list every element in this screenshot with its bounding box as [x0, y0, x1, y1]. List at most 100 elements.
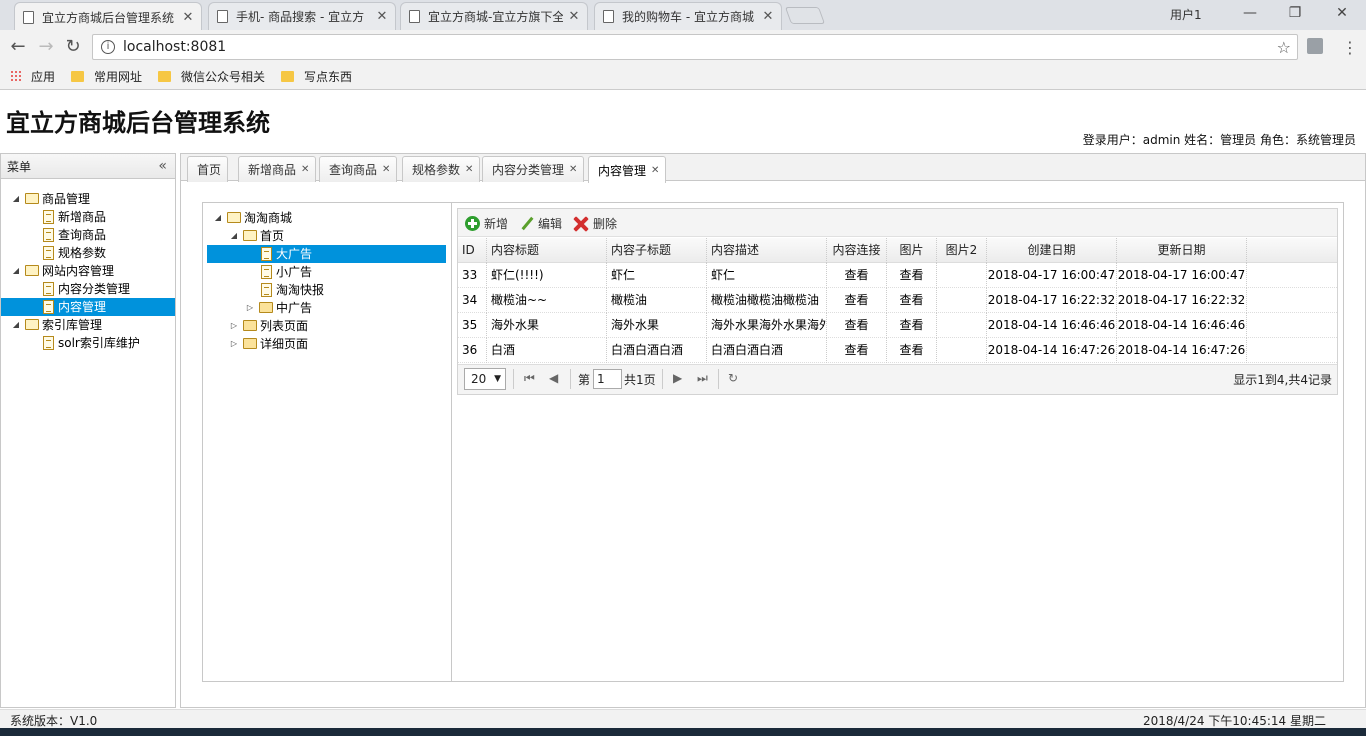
grid-column-header[interactable]: 内容子标题: [607, 238, 707, 263]
bookmark-wechat[interactable]: 微信公众号相关: [158, 68, 265, 85]
close-window-icon[interactable]: ✕: [1332, 5, 1352, 21]
table-row[interactable]: 33 虾仁(!!!!) 虾仁 虾仁 查看 查看 2018-04-17 16:00:47 201…: [458, 263, 1337, 288]
view-link[interactable]: 查看: [887, 313, 937, 338]
browser-tab[interactable]: 宜立方商城后台管理系统 ✕: [14, 2, 202, 31]
tree-node[interactable]: 内容管理: [1, 298, 175, 316]
table-cell: 虾仁: [607, 263, 707, 288]
address-bar[interactable]: i localhost:8081 ☆: [92, 34, 1298, 60]
grid-column-header[interactable]: 内容描述: [707, 238, 827, 263]
close-tab-icon[interactable]: ✕: [567, 9, 581, 24]
add-label: 新增: [484, 217, 509, 231]
new-tab-button[interactable]: [784, 7, 826, 24]
tree-node[interactable]: ▷ 列表页面: [207, 317, 446, 335]
forward-arrow-icon[interactable]: →: [36, 36, 56, 57]
tree-node[interactable]: 内容分类管理: [1, 280, 175, 298]
first-page-icon[interactable]: ⏮: [524, 371, 535, 386]
close-tab-icon[interactable]: ✕: [375, 9, 389, 24]
tree-node[interactable]: ◢ 网站内容管理: [1, 262, 175, 280]
close-tab-icon[interactable]: ✕: [181, 10, 195, 25]
page-size-select[interactable]: 20 ▼: [464, 368, 506, 390]
restore-icon[interactable]: ❐: [1285, 5, 1305, 21]
table-cell: 36: [458, 338, 487, 363]
browser-tab[interactable]: 手机- 商品搜索 - 宜立方 ✕: [208, 2, 396, 30]
page-tab[interactable]: 新增商品 ✕: [238, 156, 317, 182]
tree-expanded-icon[interactable]: ◢: [11, 262, 21, 280]
view-link[interactable]: 查看: [887, 338, 937, 363]
content-tree-list: ◢ 淘淘商城 ◢ 首页 大广告 小广告 淘淘快报 ▷ 中广告 ▷ 列表页面 ▷ 详细页面: [207, 209, 446, 353]
tree-node[interactable]: ▷ 中广告: [207, 299, 446, 317]
page-tab[interactable]: 规格参数 ✕: [402, 156, 481, 182]
tree-node[interactable]: solr索引库维护: [1, 334, 175, 352]
grid-column-header[interactable]: 图片2: [937, 238, 987, 263]
tree-collapsed-icon[interactable]: ▷: [229, 317, 239, 335]
close-tab-icon[interactable]: ✕: [301, 164, 309, 175]
tree-collapsed-icon[interactable]: ▷: [229, 335, 239, 353]
close-tab-icon[interactable]: ✕: [382, 164, 390, 175]
close-tab-icon[interactable]: ✕: [761, 9, 775, 24]
tree-expanded-icon[interactable]: ◢: [213, 209, 223, 227]
bookmark-writing[interactable]: 写点东西: [281, 68, 352, 85]
last-page-icon[interactable]: ⏭: [697, 371, 708, 386]
page-tab[interactable]: 查询商品 ✕: [319, 156, 398, 182]
view-link[interactable]: 查看: [827, 338, 887, 363]
table-row[interactable]: 36 白酒 白酒白酒白酒 白酒白酒白酒 查看 查看 2018-04-14 16:47:26 2…: [458, 338, 1337, 363]
grid-column-header[interactable]: ID: [458, 238, 487, 263]
tree-node[interactable]: ▷ 详细页面: [207, 335, 446, 353]
grid-column-header[interactable]: 创建日期: [987, 238, 1117, 263]
page-tab[interactable]: 内容分类管理 ✕: [482, 156, 585, 182]
back-arrow-icon[interactable]: ←: [8, 36, 28, 57]
tree-node[interactable]: 淘淘快报: [207, 281, 446, 299]
browser-menu-icon[interactable]: ⋮: [1342, 38, 1358, 57]
tree-node[interactable]: 规格参数: [1, 244, 175, 262]
url-text[interactable]: localhost:8081: [123, 39, 226, 55]
view-link[interactable]: 查看: [827, 313, 887, 338]
close-tab-icon[interactable]: ✕: [465, 164, 473, 175]
view-link[interactable]: 查看: [887, 288, 937, 313]
window-user-label[interactable]: 用户1: [1170, 6, 1202, 23]
delete-button[interactable]: 删除: [573, 215, 617, 232]
page-number-input[interactable]: 1: [593, 369, 622, 389]
grid-column-header[interactable]: 更新日期: [1117, 238, 1247, 263]
tree-expanded-icon[interactable]: ◢: [229, 227, 239, 245]
bookmark-star-icon[interactable]: ☆: [1277, 38, 1291, 57]
tree-node[interactable]: 小广告: [207, 263, 446, 281]
tree-expanded-icon[interactable]: ◢: [11, 190, 21, 208]
tree-node[interactable]: ◢ 首页: [207, 227, 446, 245]
tree-node[interactable]: ◢ 索引库管理: [1, 316, 175, 334]
grid-column-header[interactable]: 图片: [887, 238, 937, 263]
close-tab-icon[interactable]: ✕: [651, 165, 659, 176]
view-link[interactable]: 查看: [827, 288, 887, 313]
tree-node[interactable]: 新增商品: [1, 208, 175, 226]
bookmark-common-sites[interactable]: 常用网址: [71, 68, 142, 85]
site-info-icon[interactable]: i: [101, 40, 115, 54]
tree-node[interactable]: ◢ 淘淘商城: [207, 209, 446, 227]
tree-node[interactable]: 大广告: [207, 245, 446, 263]
tree-node[interactable]: ◢ 商品管理: [1, 190, 175, 208]
view-link[interactable]: 查看: [887, 263, 937, 288]
next-page-icon[interactable]: ▶: [673, 371, 682, 385]
folder-icon: [25, 265, 39, 276]
grid-column-header[interactable]: 内容连接: [827, 238, 887, 263]
table-row[interactable]: 34 橄榄油~~ 橄榄油 橄榄油橄榄油橄榄油 查看 查看 2018-04-17 16:22:…: [458, 288, 1337, 313]
add-button[interactable]: 新增: [465, 215, 508, 232]
edit-button[interactable]: 编辑: [520, 215, 562, 232]
page-tab[interactable]: 首页: [187, 156, 229, 182]
collapse-icon[interactable]: «: [158, 158, 167, 174]
extension-icon[interactable]: [1307, 38, 1323, 54]
pager-summary: 显示1到4,共4记录: [1233, 373, 1332, 387]
browser-tab[interactable]: 宜立方商城-宜立方旗下全 ✕: [400, 2, 588, 30]
bookmark-apps[interactable]: 应用: [10, 68, 55, 85]
tree-collapsed-icon[interactable]: ▷: [245, 299, 255, 317]
close-tab-icon[interactable]: ✕: [569, 164, 577, 175]
reload-icon[interactable]: ↻: [63, 36, 83, 57]
prev-page-icon[interactable]: ◀: [549, 371, 558, 385]
browser-tab[interactable]: 我的购物车 - 宜立方商城 ✕: [594, 2, 782, 30]
refresh-icon[interactable]: ↻: [728, 371, 738, 385]
tree-expanded-icon[interactable]: ◢: [11, 316, 21, 334]
table-row[interactable]: 35 海外水果 海外水果 海外水果海外水果海外 查看 查看 2018-04-14 16:46…: [458, 313, 1337, 338]
tree-node[interactable]: 查询商品: [1, 226, 175, 244]
grid-column-header[interactable]: 内容标题: [487, 238, 607, 263]
minimize-icon[interactable]: —: [1240, 5, 1260, 21]
page-tab[interactable]: 内容管理 ✕: [588, 156, 667, 183]
view-link[interactable]: 查看: [827, 263, 887, 288]
